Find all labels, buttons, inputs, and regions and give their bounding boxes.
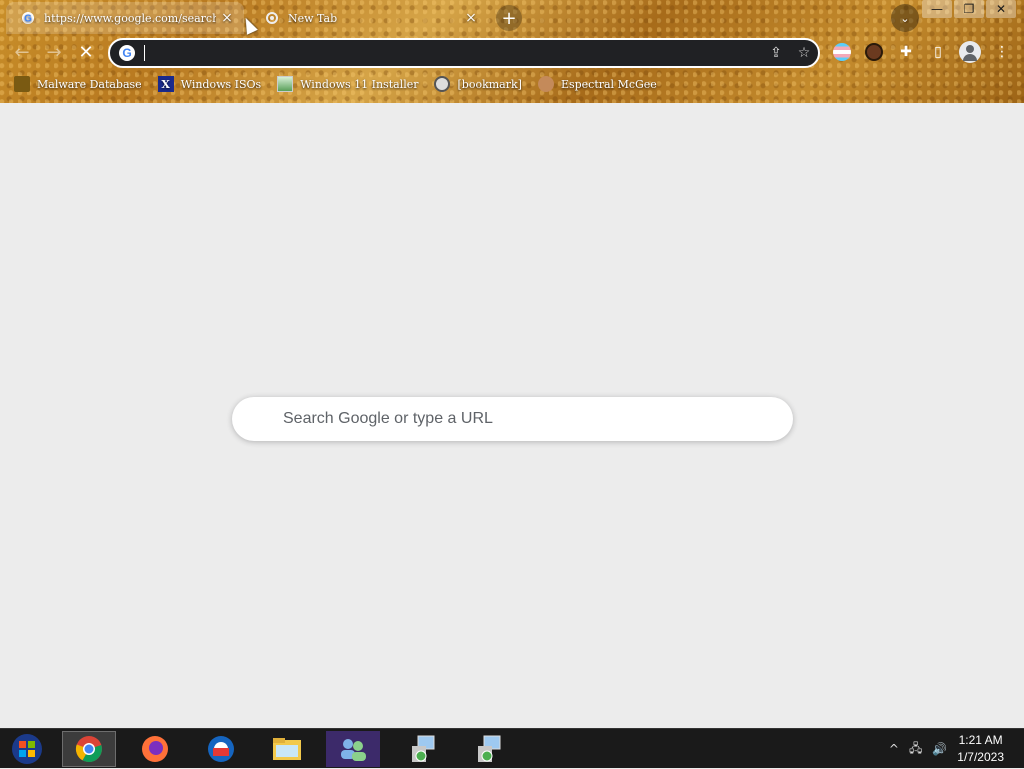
bookmark-label: Windows ISOs (180, 77, 262, 91)
folder-icon (273, 738, 301, 760)
stop-loading-button[interactable]: ✕ (74, 40, 98, 64)
bookmark-label: Malware Database (37, 77, 142, 91)
clock[interactable]: 1:21 AM 1/7/2023 (957, 732, 1004, 766)
chevron-down-icon: ⌄ (900, 11, 910, 25)
face-icon (537, 76, 554, 92)
new-tab-button[interactable]: + (496, 5, 522, 31)
tab-title: New Tab (288, 11, 338, 25)
bookmark-espectral-mcgee[interactable]: Espectral McGee (537, 76, 657, 92)
bookmarks-bar: Malware Database X Windows ISOs Windows … (0, 72, 1024, 96)
network-icon[interactable]: 🖧 (909, 739, 922, 760)
address-bar[interactable]: G ⇪ ☆ (108, 38, 820, 68)
google-icon: G (118, 44, 136, 62)
restore-button[interactable]: ❐ (954, 0, 984, 18)
address-input[interactable] (147, 45, 762, 61)
tab-title: https://www.google.com/search?q (44, 11, 216, 25)
x-icon: X (157, 76, 174, 92)
people-icon (341, 739, 366, 761)
tab-new-tab[interactable]: New Tab × (250, 2, 488, 34)
tab-strip: G https://www.google.com/search?q × New … (0, 0, 1024, 34)
taskbar: ^ 🖧 🔊 1:21 AM 1/7/2023 (0, 728, 1024, 768)
clock-date: 1/7/2023 (957, 750, 1004, 764)
malware-icon (14, 76, 30, 92)
svg-text:G: G (122, 46, 131, 60)
close-icon[interactable]: × (216, 10, 238, 26)
ntp-search-box[interactable] (232, 397, 793, 441)
setup-icon (412, 735, 435, 762)
svg-text:G: G (24, 14, 32, 25)
bookmark-windows-11-installer[interactable]: Windows 11 Installer (277, 76, 418, 92)
side-panel-icon[interactable]: ▯ (926, 40, 950, 64)
bookmark-item[interactable]: [bookmark] (434, 76, 522, 92)
chevron-up-icon[interactable]: ^ (889, 742, 899, 756)
flag-extension-icon[interactable] (830, 40, 854, 64)
menu-icon[interactable]: ⋮ (990, 40, 1014, 64)
google-icon: G (20, 10, 36, 26)
tab-search-button[interactable]: ⌄ (891, 4, 919, 32)
system-tray: ^ 🖧 🔊 1:21 AM 1/7/2023 (889, 729, 1024, 769)
forward-button[interactable]: → (42, 40, 66, 64)
back-button[interactable]: ← (10, 40, 34, 64)
window-controls: — ❐ ✕ (920, 0, 1016, 18)
outlook-icon (208, 736, 234, 762)
taskbar-firefox[interactable] (128, 731, 182, 767)
text-caret (144, 45, 145, 61)
taskbar-setup-1[interactable] (396, 731, 450, 767)
close-window-button[interactable]: ✕ (986, 0, 1016, 18)
taskbar-setup-2[interactable] (462, 731, 516, 767)
bookmark-label: Espectral McGee (560, 77, 657, 91)
ntp-search-input[interactable] (232, 410, 793, 428)
start-button[interactable] (0, 731, 54, 767)
taskbar-file-explorer[interactable] (260, 731, 314, 767)
face-extension-icon[interactable] (862, 40, 886, 64)
new-tab-page (0, 103, 1024, 728)
firefox-icon (142, 736, 168, 762)
taskbar-outlook[interactable] (194, 731, 248, 767)
minimize-button[interactable]: — (922, 0, 952, 18)
profile-avatar[interactable] (958, 40, 982, 64)
setup-icon (478, 735, 501, 762)
toolbar: ← → ✕ G ⇪ ☆ ✚ ▯ ⋮ (0, 34, 1024, 70)
bookmark-label: Windows 11 Installer (300, 77, 419, 91)
disk-icon (434, 76, 451, 92)
bookmark-label: [bookmark] (457, 77, 522, 91)
taskbar-people-app[interactable] (326, 731, 380, 767)
clock-time: 1:21 AM (958, 733, 1003, 747)
tab-google-search[interactable]: G https://www.google.com/search?q × (6, 2, 244, 34)
start-orb-icon (12, 734, 42, 764)
taskbar-chrome[interactable] (62, 731, 116, 767)
browser-chrome: G https://www.google.com/search?q × New … (0, 0, 1024, 103)
close-icon[interactable]: × (460, 10, 482, 26)
chrome-icon (75, 736, 102, 763)
bookmark-star-icon[interactable]: ☆ (790, 45, 818, 61)
windows-installer-icon (277, 76, 294, 92)
loading-icon (264, 10, 280, 26)
bookmark-windows-isos[interactable]: X Windows ISOs (157, 76, 262, 92)
volume-icon[interactable]: 🔊 (932, 742, 947, 756)
bookmark-malware-database[interactable]: Malware Database (14, 76, 142, 92)
extensions-area: ✚ ▯ ⋮ (830, 40, 1022, 64)
share-icon[interactable]: ⇪ (762, 45, 790, 61)
puzzle-icon[interactable]: ✚ (894, 40, 918, 64)
